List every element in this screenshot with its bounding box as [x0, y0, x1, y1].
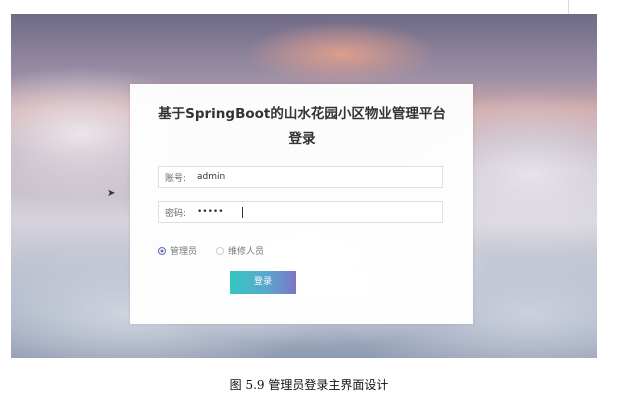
password-label: 密码:: [165, 209, 187, 219]
role-maintenance-label: 维修人员: [228, 247, 265, 257]
mouse-cursor-icon: ➤: [107, 188, 116, 199]
role-admin-label: 管理员: [170, 247, 198, 257]
login-screenshot: ➤ 基于SpringBoot的山水花园小区物业管理平台登录 账号: 密码: 管理…: [11, 14, 597, 358]
blank-button[interactable]: [302, 271, 368, 294]
login-title: 基于SpringBoot的山水花园小区物业管理平台登录: [158, 106, 446, 147]
password-field[interactable]: 密码:: [158, 201, 443, 223]
role-admin[interactable]: 管理员: [158, 244, 197, 257]
radio-checked-icon[interactable]: [158, 246, 166, 255]
role-maintenance[interactable]: 维修人员: [216, 244, 264, 257]
figure-caption: 图 5.9 管理员登录主界面设计: [229, 378, 389, 392]
password-input[interactable]: [197, 204, 427, 220]
account-input[interactable]: [197, 169, 427, 185]
text-caret: [242, 207, 243, 218]
account-field[interactable]: 账号:: [158, 166, 443, 188]
account-label: 账号:: [165, 174, 187, 184]
page-margin-line: [568, 0, 569, 14]
login-card: 基于SpringBoot的山水花园小区物业管理平台登录 账号: 密码: 管理员 …: [130, 84, 473, 324]
radio-unchecked-icon[interactable]: [216, 246, 224, 255]
login-button[interactable]: 登录: [230, 271, 296, 294]
